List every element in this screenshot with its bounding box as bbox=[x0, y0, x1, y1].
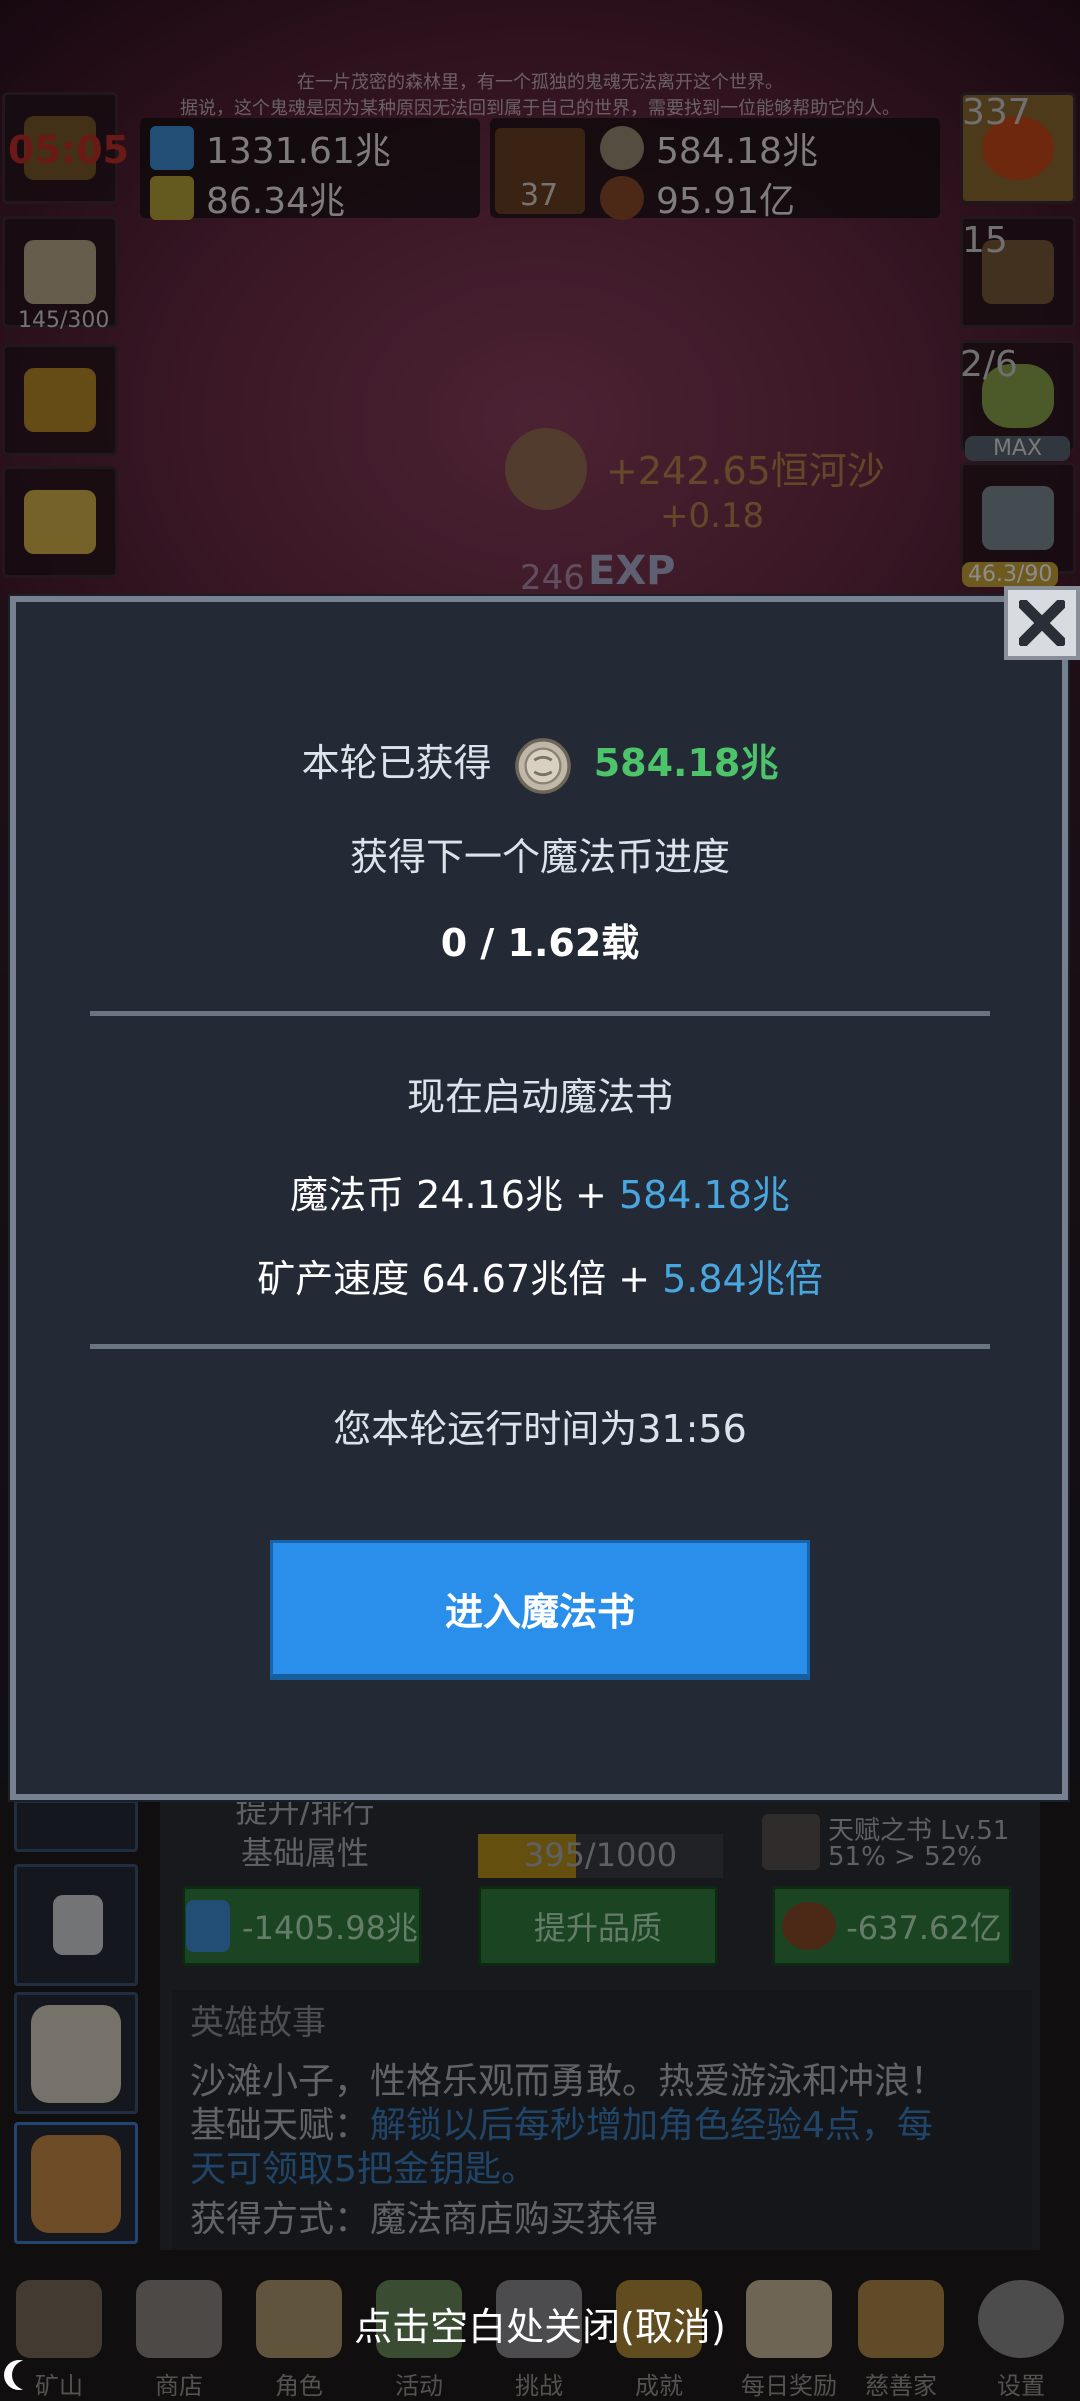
earned-label: 本轮已获得 bbox=[301, 741, 492, 785]
earned-value: 584.18兆 bbox=[593, 741, 779, 785]
mining-speed-row: 矿产速度 64.67兆倍 + 5.84兆倍 bbox=[0, 1248, 1080, 1303]
progress-value: 0 / 1.62载 bbox=[440, 921, 640, 965]
enter-magic-book-button[interactable]: 进入魔法书 bbox=[270, 1540, 810, 1680]
runtime-text: 您本轮运行时间为31:56 bbox=[333, 1407, 747, 1451]
magic-coin-bonus: 584.18兆 bbox=[618, 1173, 790, 1217]
magic-coin-row: 魔法币 24.16兆 + 584.18兆 bbox=[0, 1164, 1080, 1219]
close-icon bbox=[1019, 600, 1065, 646]
close-button[interactable] bbox=[1004, 586, 1080, 660]
earned-row: 本轮已获得 584.18兆 bbox=[0, 732, 1080, 795]
progress-label: 获得下一个魔法币进度 bbox=[349, 835, 730, 879]
magic-coin-label: 魔法币 24.16兆 + bbox=[290, 1173, 619, 1217]
divider-top bbox=[90, 1011, 990, 1016]
divider-bottom bbox=[90, 1344, 990, 1349]
mining-speed-bonus: 5.84兆倍 bbox=[662, 1257, 823, 1301]
close-hint[interactable]: 点击空白处关闭(取消) bbox=[0, 2296, 1080, 2351]
enter-button-label: 进入魔法书 bbox=[444, 1590, 635, 1634]
mining-speed-label: 矿产速度 64.67兆倍 + bbox=[257, 1257, 663, 1301]
activate-label: 现在启动魔法书 bbox=[406, 1075, 673, 1119]
moon-icon bbox=[4, 2360, 34, 2390]
magic-coin-icon bbox=[514, 737, 571, 794]
